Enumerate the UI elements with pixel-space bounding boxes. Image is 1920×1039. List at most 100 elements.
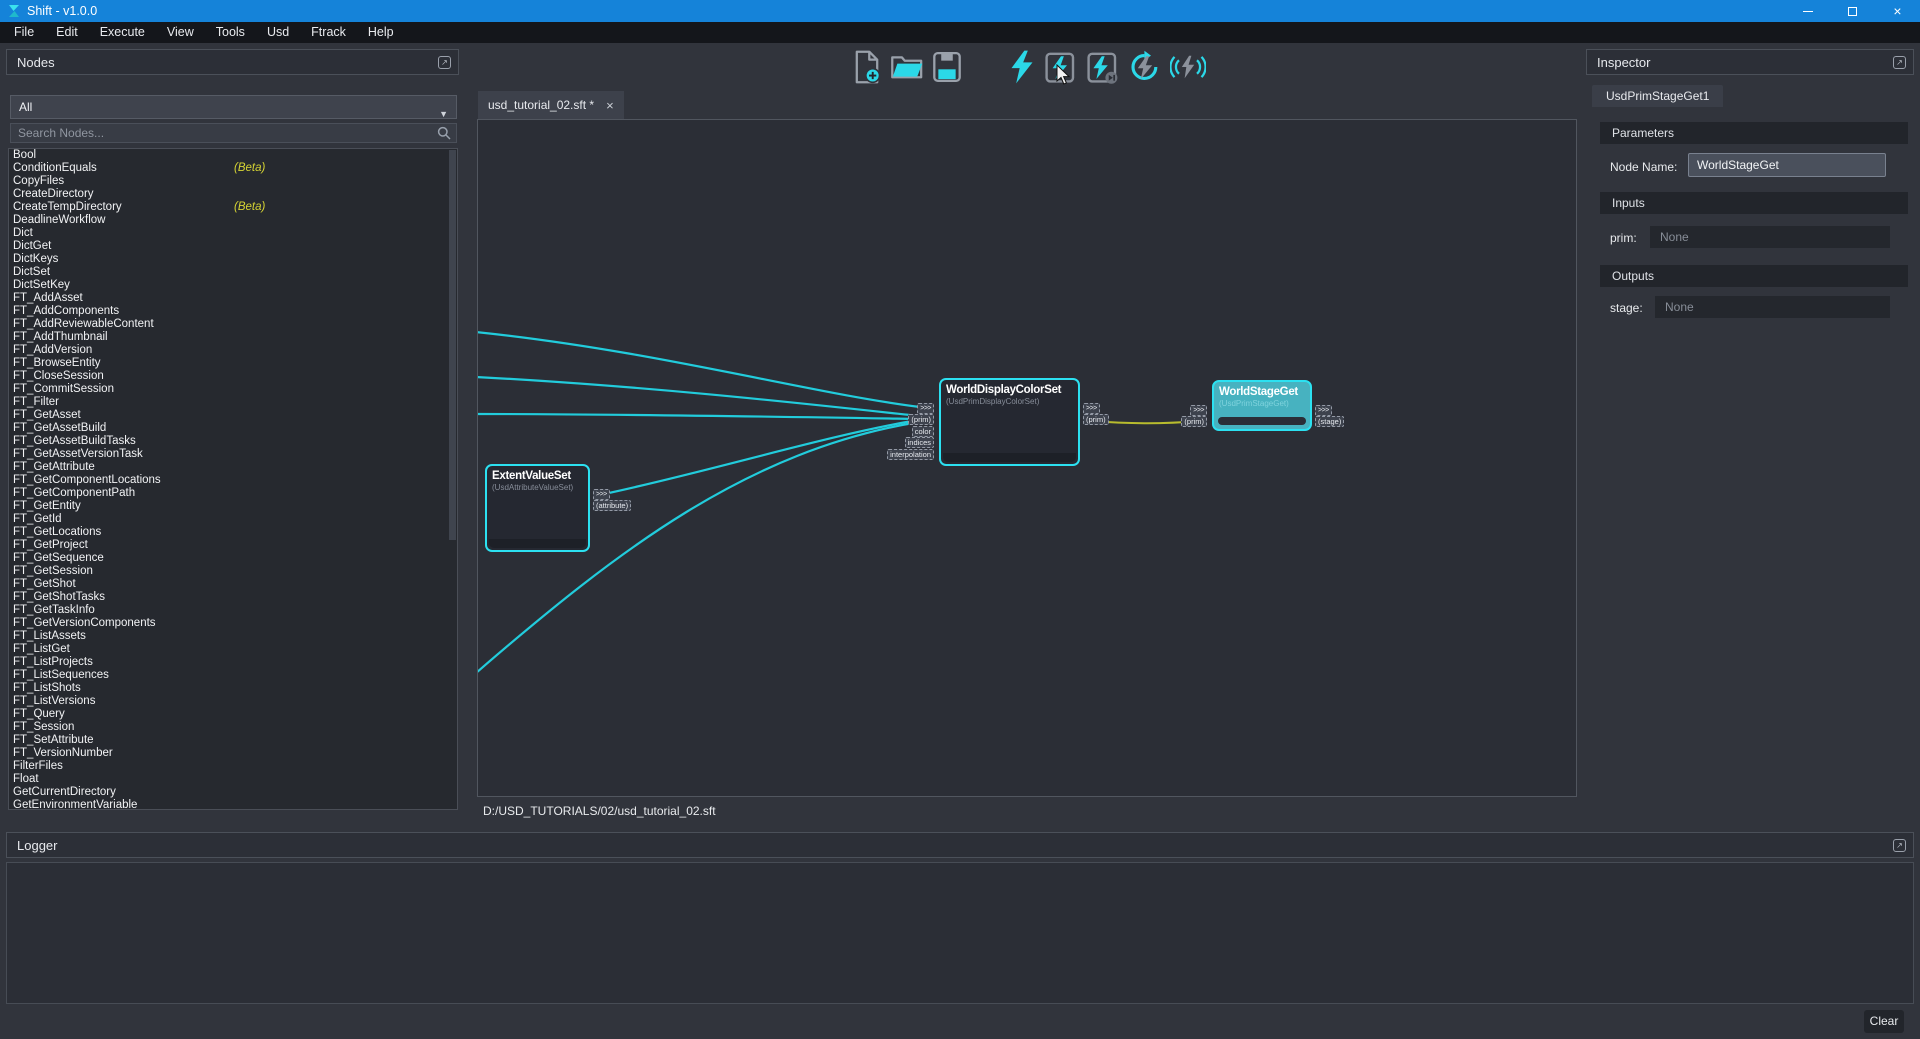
node-name-input[interactable] [1688, 153, 1886, 177]
execute-until-node-icon[interactable] [1086, 49, 1120, 85]
port-prim[interactable]: (prim) [1181, 416, 1207, 427]
node-list-item[interactable]: FT_VersionNumber [9, 747, 457, 760]
graph-canvas[interactable]: ExtentValueSet(UsdAttributeValueSet)>>>(… [477, 119, 1577, 797]
node-list-item[interactable]: FT_GetAssetBuild [9, 422, 457, 435]
node-list-item[interactable]: FT_GetShotTasks [9, 591, 457, 604]
node-list-item[interactable]: GetCurrentDirectory [9, 786, 457, 799]
menu-usd[interactable]: Usd [256, 22, 300, 43]
node-list-item[interactable]: ConditionEquals(Beta) [9, 162, 457, 175]
node-list-item[interactable]: FT_GetAsset [9, 409, 457, 422]
window-controls: × [1785, 0, 1920, 22]
menu-tools[interactable]: Tools [205, 22, 256, 43]
port-prim[interactable]: (prim) [908, 414, 934, 425]
close-button[interactable]: × [1875, 0, 1920, 22]
menu-ftrack[interactable]: Ftrack [300, 22, 357, 43]
new-graph-icon[interactable] [852, 50, 882, 84]
node-list-item[interactable]: FT_GetComponentPath [9, 487, 457, 500]
node-list-item[interactable]: FT_GetAssetVersionTask [9, 448, 457, 461]
node-list-item[interactable]: FT_GetAttribute [9, 461, 457, 474]
menu-help[interactable]: Help [357, 22, 405, 43]
node-list-item[interactable]: FT_AddVersion [9, 344, 457, 357]
port-prim[interactable]: (prim) [1083, 414, 1109, 425]
node-list-item[interactable]: FT_GetLocations [9, 526, 457, 539]
nodes-panel-popout-icon[interactable]: ↗ [438, 56, 451, 69]
node-list-item[interactable]: FT_GetComponentLocations [9, 474, 457, 487]
node-list-item[interactable]: FT_ListProjects [9, 656, 457, 669]
graph-node-ExtentValueSet[interactable]: ExtentValueSet(UsdAttributeValueSet) [485, 464, 590, 552]
node-list-item[interactable]: FT_CloseSession [9, 370, 457, 383]
port-interpolation[interactable]: interpolation [887, 449, 934, 460]
search-input[interactable] [11, 126, 437, 140]
inspector-popout-icon[interactable]: ↗ [1893, 56, 1906, 69]
graph-node-WorldDisplayColorSet[interactable]: WorldDisplayColorSet(UsdPrimDisplayColor… [939, 378, 1080, 466]
node-list-item[interactable]: FT_SetAttribute [9, 734, 457, 747]
node-list-item[interactable]: FT_Session [9, 721, 457, 734]
inspector-node-tab[interactable]: UsdPrimStageGet1 [1592, 85, 1723, 107]
node-list-item[interactable]: FilterFiles [9, 760, 457, 773]
menu-edit[interactable]: Edit [45, 22, 89, 43]
node-list-item[interactable]: FT_CommitSession [9, 383, 457, 396]
node-list-item[interactable]: FT_AddAsset [9, 292, 457, 305]
node-list-item[interactable]: FT_GetSession [9, 565, 457, 578]
node-list-item[interactable]: DictGet [9, 240, 457, 253]
node-list-item[interactable]: FT_BrowseEntity [9, 357, 457, 370]
node-list-item[interactable]: Bool [9, 149, 457, 162]
execute-refresh-icon[interactable] [1128, 49, 1162, 85]
port-marker[interactable]: >>> [1190, 405, 1207, 416]
port-marker[interactable]: >>> [1083, 403, 1100, 414]
port-attribute[interactable]: (attribute) [593, 500, 631, 511]
node-list-item[interactable]: GetEnvironmentVariable [9, 799, 457, 810]
node-list-item[interactable]: CopyFiles [9, 175, 457, 188]
node-list-item[interactable]: DeadlineWorkflow [9, 214, 457, 227]
node-list-item[interactable]: FT_Filter [9, 396, 457, 409]
tab-close-icon[interactable]: × [606, 99, 614, 112]
node-list-item[interactable]: DictSet [9, 266, 457, 279]
graph-node-WorldStageGet[interactable]: WorldStageGet(UsdPrimStageGet) [1212, 380, 1312, 431]
nodes-list-scrollbar[interactable] [449, 150, 456, 540]
node-list-item[interactable]: FT_GetSequence [9, 552, 457, 565]
execute-graph-icon[interactable] [1008, 49, 1036, 85]
node-list-item[interactable]: FT_GetProject [9, 539, 457, 552]
node-list-item[interactable]: FT_GetTaskInfo [9, 604, 457, 617]
logger-popout-icon[interactable]: ↗ [1893, 839, 1906, 852]
node-list-item[interactable]: FT_GetId [9, 513, 457, 526]
menu-file[interactable]: File [3, 22, 45, 43]
logger-clear-button[interactable]: Clear [1864, 1010, 1904, 1033]
minimize-button[interactable] [1785, 0, 1830, 22]
node-list-item[interactable]: CreateDirectory [9, 188, 457, 201]
node-list-item[interactable]: FT_GetEntity [9, 500, 457, 513]
node-list-item[interactable]: FT_GetAssetBuildTasks [9, 435, 457, 448]
node-list-item[interactable]: Float [9, 773, 457, 786]
port-stage[interactable]: (stage) [1315, 416, 1344, 427]
prim-input-value[interactable]: None [1650, 226, 1890, 248]
node-list-item[interactable]: FT_GetVersionComponents [9, 617, 457, 630]
node-list-item[interactable]: FT_Query [9, 708, 457, 721]
node-list-item[interactable]: DictSetKey [9, 279, 457, 292]
node-list-item[interactable]: FT_ListShots [9, 682, 457, 695]
node-list-item[interactable]: FT_ListAssets [9, 630, 457, 643]
node-list-item[interactable]: FT_ListSequences [9, 669, 457, 682]
node-list-item[interactable]: DictKeys [9, 253, 457, 266]
restore-button[interactable] [1830, 0, 1875, 22]
node-list-item[interactable]: CreateTempDirectory(Beta) [9, 201, 457, 214]
node-list-item[interactable]: FT_AddReviewableContent [9, 318, 457, 331]
menu-view[interactable]: View [156, 22, 205, 43]
menu-execute[interactable]: Execute [89, 22, 156, 43]
port-marker[interactable]: >>> [1315, 405, 1332, 416]
port-color[interactable]: color [912, 426, 934, 437]
node-list-item[interactable]: FT_AddThumbnail [9, 331, 457, 344]
open-graph-icon[interactable] [890, 50, 924, 84]
port-indices[interactable]: indices [905, 437, 934, 448]
node-list-item[interactable]: FT_AddComponents [9, 305, 457, 318]
tab-usd-tutorial-02[interactable]: usd_tutorial_02.sft * × [478, 91, 624, 119]
node-list-item[interactable]: FT_ListGet [9, 643, 457, 656]
stage-output-value[interactable]: None [1655, 296, 1890, 318]
node-list-item[interactable]: FT_GetShot [9, 578, 457, 591]
port-marker[interactable]: >>> [917, 403, 934, 414]
nodes-filter-dropdown[interactable]: All ▼ [10, 95, 457, 119]
node-list-item[interactable]: Dict [9, 227, 457, 240]
execute-live-icon[interactable] [1170, 49, 1206, 85]
save-graph-icon[interactable] [932, 50, 962, 84]
port-marker[interactable]: >>> [593, 489, 610, 500]
node-list-item[interactable]: FT_ListVersions [9, 695, 457, 708]
